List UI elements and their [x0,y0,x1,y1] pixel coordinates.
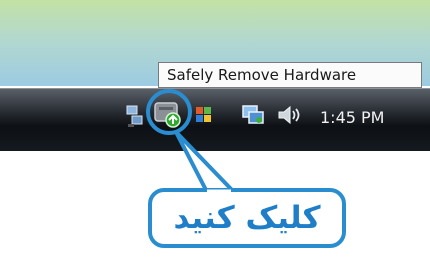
callout-pointer-seam [207,189,231,195]
